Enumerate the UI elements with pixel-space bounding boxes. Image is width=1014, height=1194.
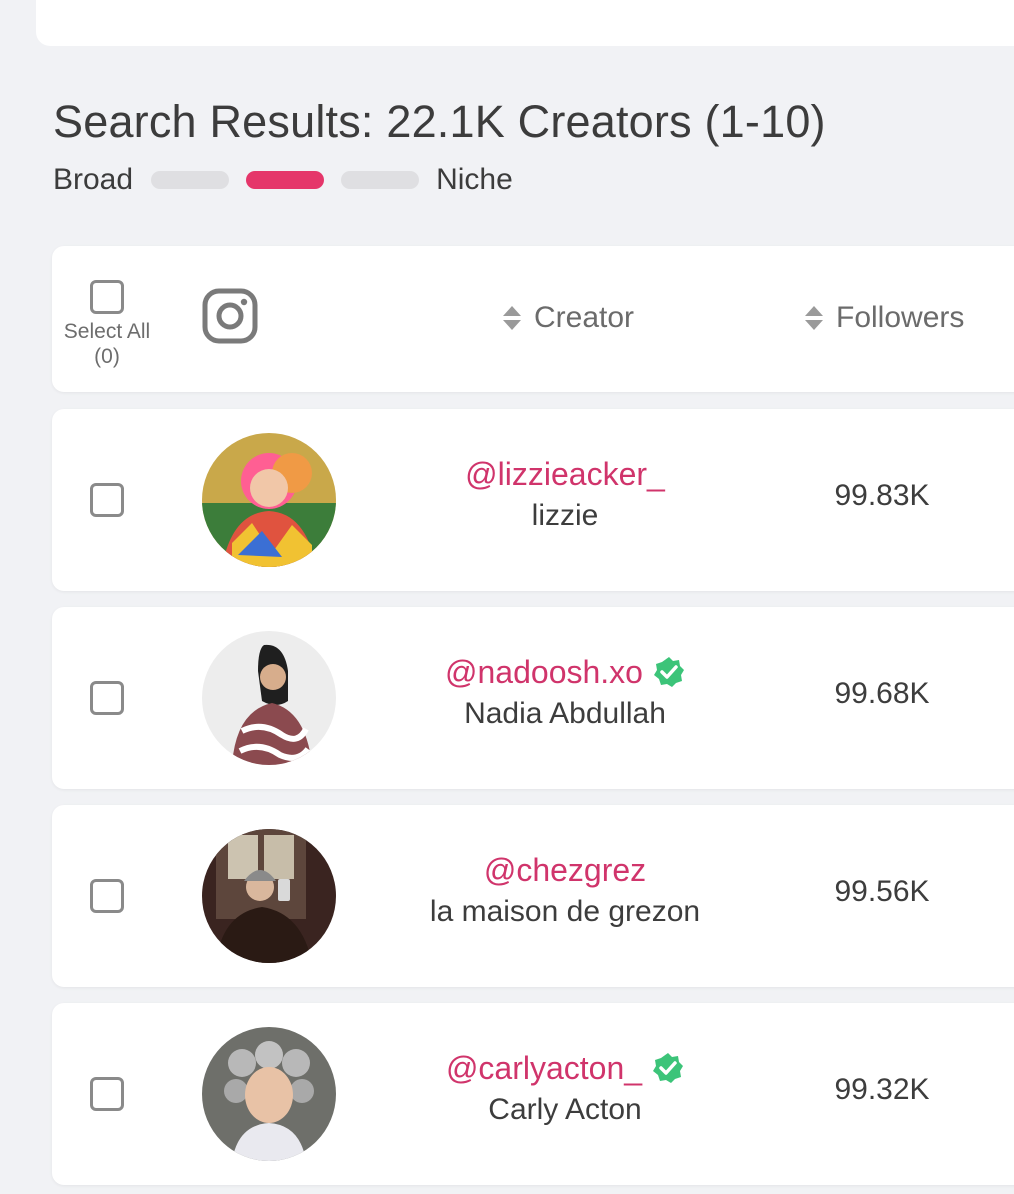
select-all-label: Select All (0) [52, 319, 162, 369]
creator-info: @carlyacton_ Carly Acton [370, 1048, 760, 1132]
creator-avatar[interactable] [202, 433, 336, 567]
instagram-icon[interactable] [202, 288, 258, 344]
creator-handle-text[interactable]: @chezgrez [484, 850, 646, 890]
column-followers-header[interactable]: Followers [804, 301, 964, 335]
creator-name: Nadia Abdullah [464, 697, 666, 730]
creator-info: @lizzieacker_ lizzie [370, 454, 760, 538]
row-checkbox[interactable] [90, 879, 124, 913]
row-checkbox[interactable] [90, 483, 124, 517]
creator-handle[interactable]: @chezgrez [484, 850, 646, 890]
creator-row[interactable]: @carlyacton_ Carly Acton 99.32K [52, 1003, 1014, 1185]
column-creator-label: Creator [534, 301, 635, 334]
creator-handle-text[interactable]: @nadoosh.xo [445, 652, 643, 692]
creator-row[interactable]: @chezgrez la maison de grezon 99.56K [52, 805, 1014, 987]
slider-broad-label: Broad [53, 163, 134, 196]
followers-count: 99.32K [834, 1073, 930, 1106]
row-checkbox[interactable] [90, 1077, 124, 1111]
row-checkbox[interactable] [90, 681, 124, 715]
slider-niche-label: Niche [436, 163, 513, 196]
creator-name: Carly Acton [488, 1093, 642, 1126]
creator-info: @nadoosh.xo Nadia Abdullah [370, 652, 760, 736]
followers-count: 99.68K [834, 677, 930, 710]
select-all-count: (0) [94, 345, 120, 368]
creator-name: la maison de grezon [429, 895, 701, 928]
creator-handle-text[interactable]: @carlyacton_ [446, 1048, 642, 1088]
creator-name: lizzie [531, 499, 599, 532]
creator-handle[interactable]: @carlyacton_ [446, 1048, 684, 1088]
creator-handle[interactable]: @lizzieacker_ [465, 454, 665, 494]
column-followers-label: Followers [836, 301, 965, 334]
sort-icon [503, 306, 521, 330]
select-all-text: Select All [63, 320, 151, 343]
followers-count: 99.56K [834, 875, 930, 908]
creator-row[interactable]: @lizzieacker_ lizzie 99.83K [52, 409, 1014, 591]
verified-badge-icon [653, 657, 684, 687]
followers-count: 99.83K [834, 479, 930, 512]
verified-badge-icon [653, 1053, 684, 1083]
page-title: Search Results: 22.1K Creators (1-10) [53, 96, 826, 147]
creator-avatar[interactable] [202, 1027, 336, 1161]
sort-icon [805, 306, 823, 330]
slider-segment-1[interactable] [151, 171, 230, 189]
slider-segment-3[interactable] [341, 171, 420, 189]
select-all-checkbox[interactable] [90, 280, 124, 314]
creator-avatar[interactable] [202, 631, 336, 765]
creator-handle-text[interactable]: @lizzieacker_ [465, 454, 665, 494]
creator-avatar[interactable] [202, 829, 336, 963]
creator-handle[interactable]: @nadoosh.xo [445, 652, 685, 692]
slider-segment-2[interactable] [246, 171, 325, 189]
top-card [36, 0, 1014, 46]
creator-info: @chezgrez la maison de grezon [370, 850, 760, 934]
broad-niche-slider[interactable]: Broad Niche [53, 160, 513, 200]
column-creator-header[interactable]: Creator [502, 301, 634, 335]
creator-row[interactable]: @nadoosh.xo Nadia Abdullah 99.68K [52, 607, 1014, 789]
table-header: Select All (0) Creator Followers [52, 246, 1014, 392]
